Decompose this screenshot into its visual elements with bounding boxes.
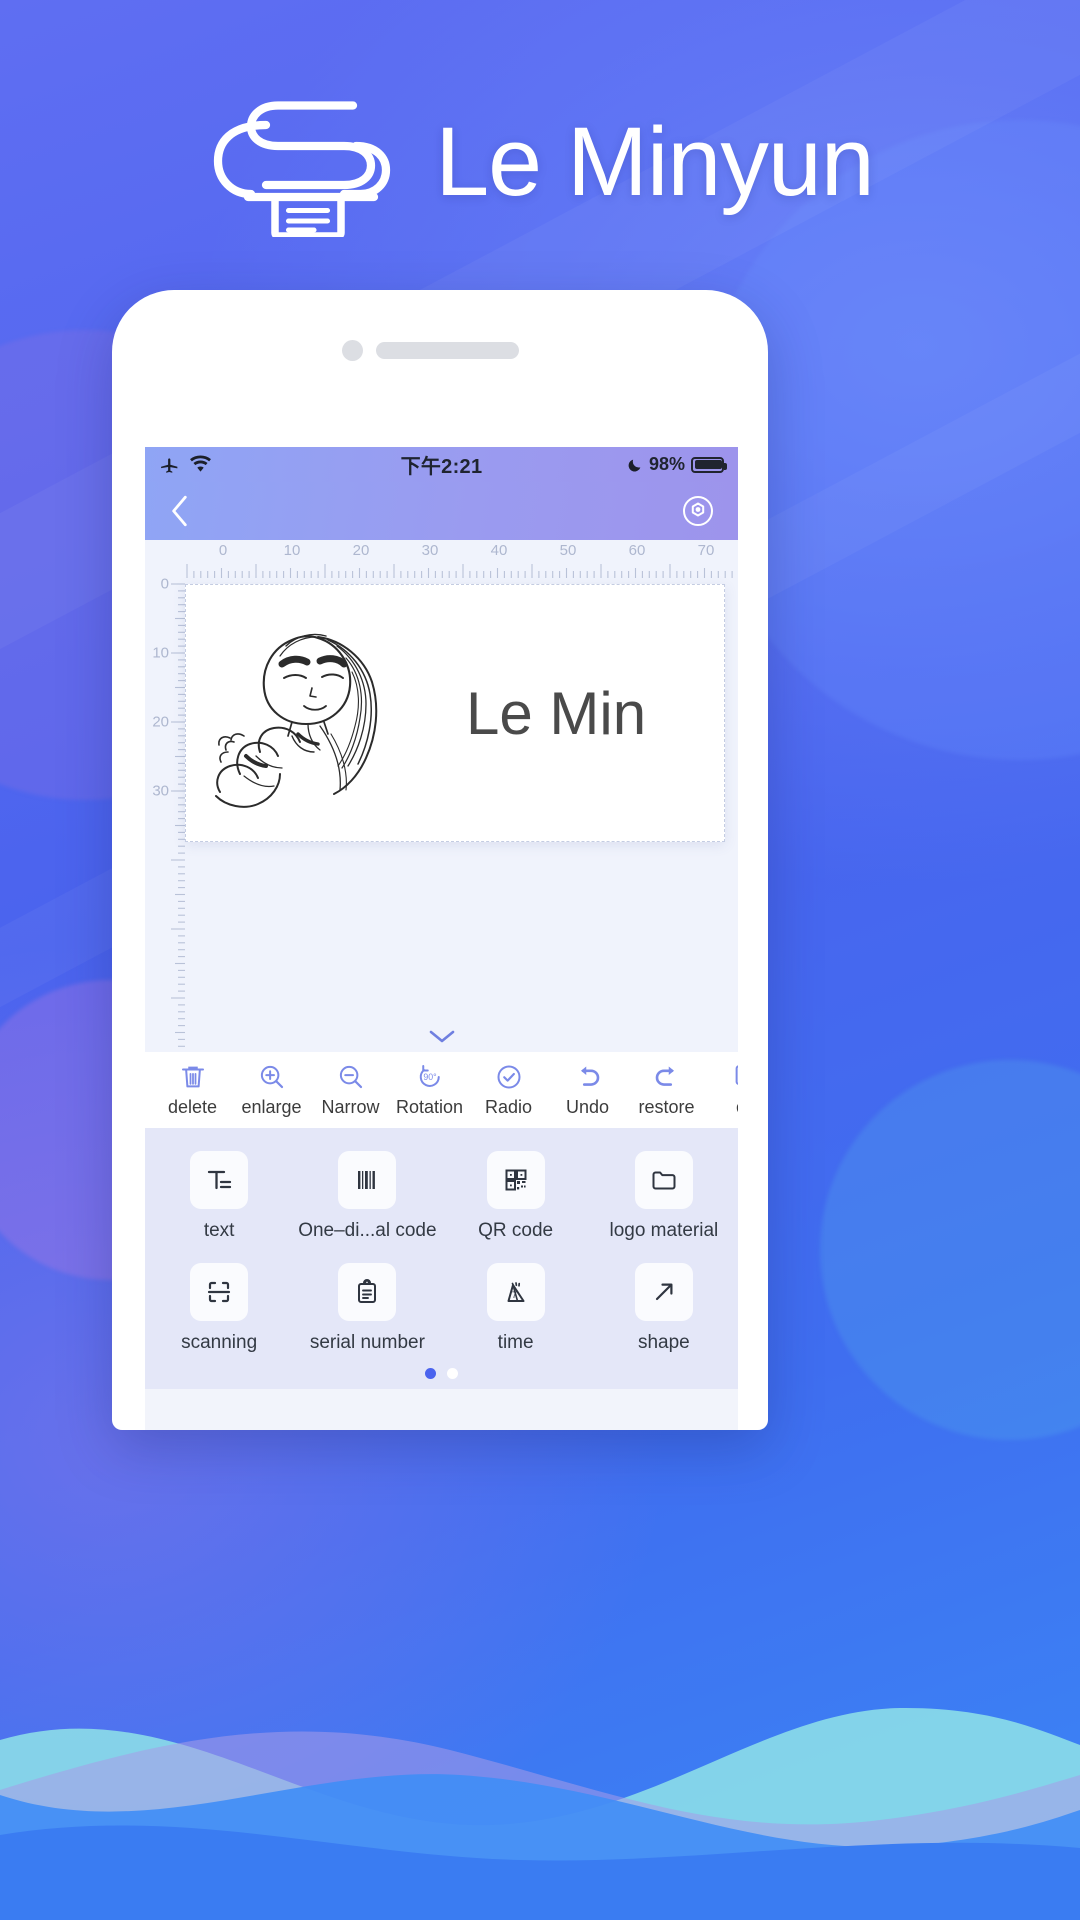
- ruler-tick-label: 10: [283, 542, 301, 559]
- phone-mockup: 下午2:21 98% 0 10 20 30 40 50 60 70 0 10 2…: [112, 290, 768, 1430]
- rotate-90-icon: 90°: [419, 1065, 440, 1087]
- ruler-tick-label: 50: [559, 542, 577, 559]
- toolbar-item-label: restore: [638, 1097, 695, 1117]
- widget-time[interactable]: 7 time: [442, 1254, 590, 1366]
- ruler-tick-label: 30: [152, 782, 169, 800]
- camera-dot: [342, 340, 363, 361]
- app-header: Le Minyun: [0, 76, 1080, 246]
- ruler-tick-label: 40: [490, 542, 508, 559]
- page-dot[interactable]: [447, 1368, 458, 1379]
- page-title: Le Minyun: [435, 106, 875, 216]
- status-bar-left: [159, 454, 212, 475]
- widget-barcode[interactable]: One–di...al code: [293, 1142, 441, 1254]
- widget-label: time: [497, 1332, 534, 1353]
- widget-label: serial number: [309, 1332, 425, 1353]
- scan-frame-icon: [208, 1281, 231, 1303]
- battery-full-icon: [691, 456, 727, 473]
- edit-toolbar[interactable]: delete enlarge Narrow 90° Rotation Radio…: [145, 1052, 738, 1128]
- ruler-tick-label: 0: [218, 542, 228, 559]
- label-text-element[interactable]: Le Min: [466, 679, 646, 748]
- ruler-tick-label: 70: [697, 542, 715, 559]
- label-canvas-card[interactable]: Le Min: [185, 584, 725, 842]
- widget-label: shape: [637, 1332, 690, 1353]
- redo-arrow-icon: [655, 1066, 674, 1086]
- zoom-out-icon: [339, 1065, 362, 1089]
- collapse-panel-button[interactable]: [145, 1028, 738, 1046]
- ruler-tick-label: 20: [152, 713, 169, 731]
- widget-label: logo material: [609, 1220, 719, 1241]
- widget-label: scanning: [181, 1332, 258, 1353]
- widget-logo-material[interactable]: logo material: [590, 1142, 738, 1254]
- toolbar-item-copy[interactable]: co: [706, 1062, 738, 1118]
- ruler-ticks-vertical: [171, 583, 185, 1047]
- ruler-vertical: 0 10 20 30: [145, 568, 185, 1052]
- anime-girl-sketch: [215, 633, 378, 808]
- widget-row: scanning serial number 7 time shape: [145, 1254, 738, 1366]
- ruler-ticks-horizontal: [186, 564, 733, 578]
- ruler-horizontal: 0 10 20 30 40 50 60 70: [181, 540, 738, 582]
- toolbar-item-label: Undo: [565, 1097, 610, 1117]
- phone-earpiece-area: [112, 290, 768, 398]
- toolbar-item-label: co: [736, 1097, 738, 1118]
- bg-blob: [820, 1060, 1080, 1440]
- chevron-left-icon[interactable]: [167, 494, 193, 528]
- svg-text:7: 7: [512, 1290, 517, 1300]
- toolbar-item-label: Radio: [484, 1097, 533, 1117]
- calendar-icon: 7: [507, 1282, 525, 1302]
- widget-text[interactable]: text: [145, 1142, 293, 1254]
- widget-scanning[interactable]: scanning: [145, 1254, 293, 1366]
- status-bar-right: 98%: [627, 454, 727, 475]
- label-editor-canvas[interactable]: 0 10 20 30 40 50 60 70 0 10 20 30 Le Min: [145, 540, 738, 1052]
- chevron-down-icon: [429, 1030, 454, 1043]
- widget-qrcode[interactable]: QR code: [442, 1142, 590, 1254]
- widget-label: QR code: [478, 1220, 554, 1241]
- toolbar-item-label: delete: [167, 1097, 218, 1117]
- text-tool-icon: [207, 1170, 232, 1190]
- crescent-moon-icon: [628, 459, 641, 471]
- toolbar-item-label: enlarge: [241, 1097, 302, 1117]
- cloud-printer-icon: [214, 101, 391, 237]
- widget-shape[interactable]: shape: [590, 1254, 738, 1366]
- gear-icon[interactable]: [680, 493, 716, 529]
- copy-icon: [735, 1065, 738, 1085]
- battery-percent-label: 98%: [648, 454, 685, 474]
- folder-icon: [652, 1171, 676, 1190]
- wifi-icon: [190, 455, 211, 472]
- toolbar-item-rotation[interactable]: 90° Rotation: [390, 1062, 469, 1118]
- widget-row: text One–di...al code QR code logo mater…: [145, 1142, 738, 1254]
- trash-icon: [181, 1066, 204, 1088]
- toolbar-item-undo[interactable]: Undo: [548, 1062, 627, 1118]
- barcode-icon: [358, 1171, 376, 1189]
- airplane-icon: [161, 458, 178, 473]
- zoom-in-icon: [260, 1065, 283, 1089]
- app-nav-bar: [145, 482, 738, 540]
- ruler-tick-label: 20: [352, 542, 370, 559]
- toolbar-item-label: Narrow: [321, 1097, 380, 1117]
- toolbar-item-radio[interactable]: Radio: [469, 1062, 548, 1118]
- speaker-grille: [376, 342, 519, 359]
- ruler-tick-label: 30: [421, 542, 439, 559]
- ruler-tick-label: 60: [628, 542, 646, 559]
- widget-panel: text One–di...al code QR code logo mater…: [145, 1128, 738, 1389]
- status-bar: 下午2:21 98%: [145, 447, 738, 482]
- toolbar-item-delete[interactable]: delete: [153, 1062, 232, 1118]
- page-dot-active[interactable]: [425, 1368, 436, 1379]
- widget-label: text: [203, 1220, 235, 1241]
- ruler-tick-label: 10: [152, 644, 169, 662]
- toolbar-item-label: Rotation: [395, 1097, 464, 1117]
- toolbar-item-restore[interactable]: restore: [627, 1062, 706, 1118]
- ruler-tick-label: 0: [160, 575, 169, 593]
- phone-screen: 下午2:21 98% 0 10 20 30 40 50 60 70 0 10 2…: [145, 447, 738, 1430]
- check-circle-icon: [497, 1065, 520, 1089]
- svg-text:90°: 90°: [423, 1072, 436, 1082]
- toolbar-item-narrow[interactable]: Narrow: [311, 1062, 390, 1118]
- qr-code-icon: [505, 1169, 527, 1191]
- arrow-up-right-icon: [655, 1283, 673, 1301]
- widget-label: One–di...al code: [298, 1220, 437, 1241]
- widget-serial-number[interactable]: serial number: [293, 1254, 441, 1366]
- toolbar-item-enlarge[interactable]: enlarge: [232, 1062, 311, 1118]
- clipboard-icon: [358, 1279, 377, 1303]
- undo-arrow-icon: [580, 1066, 599, 1086]
- page-indicator: [145, 1366, 738, 1379]
